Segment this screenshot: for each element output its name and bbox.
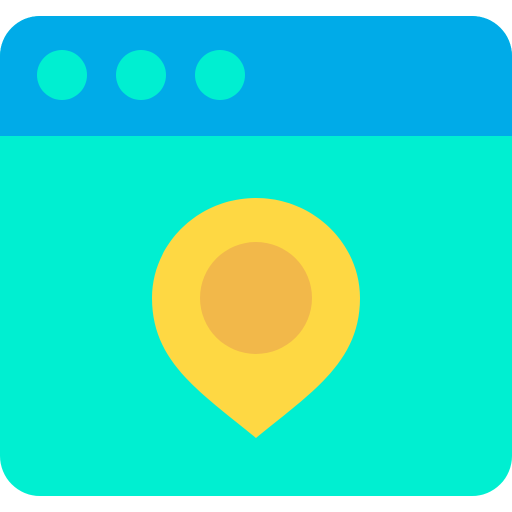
location-pin-icon: [152, 198, 360, 438]
app-stage: [0, 0, 512, 512]
pin-center-dot: [200, 242, 312, 354]
